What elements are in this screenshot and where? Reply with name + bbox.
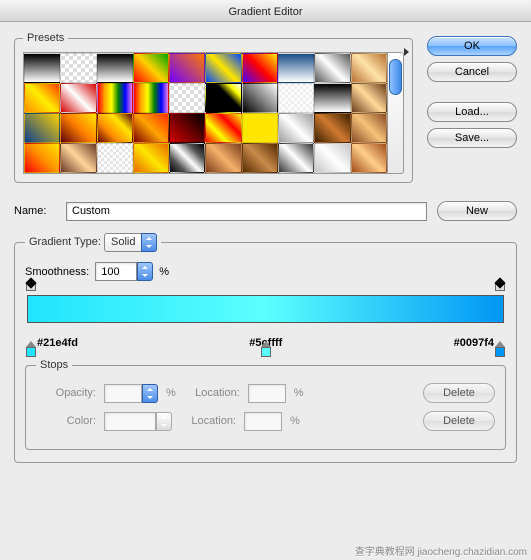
delete-color-stop-button: Delete — [423, 411, 495, 431]
preset-swatch[interactable] — [278, 53, 314, 83]
preset-swatch[interactable] — [351, 83, 387, 113]
preset-swatch[interactable] — [278, 83, 314, 113]
preset-swatch[interactable] — [169, 83, 205, 113]
preset-swatch[interactable] — [278, 113, 314, 143]
preset-swatch[interactable] — [24, 143, 60, 173]
preset-swatches[interactable] — [23, 52, 388, 174]
preset-swatch[interactable] — [314, 143, 350, 173]
scrollbar-thumb[interactable] — [389, 59, 402, 95]
name-label: Name: — [14, 205, 56, 217]
smoothness-stepper[interactable] — [95, 262, 153, 281]
preset-swatch[interactable] — [60, 113, 96, 143]
popup-arrows-icon — [141, 233, 157, 252]
preset-swatch[interactable] — [60, 143, 96, 173]
smoothness-unit: % — [159, 266, 169, 278]
smoothness-label: Smoothness: — [25, 266, 89, 278]
preset-swatch[interactable] — [278, 143, 314, 173]
preset-swatch[interactable] — [205, 143, 241, 173]
opacity-stop-left[interactable] — [26, 281, 36, 293]
preset-swatch[interactable] — [97, 143, 133, 173]
preset-swatch[interactable] — [24, 83, 60, 113]
color-stop-1[interactable] — [26, 341, 36, 357]
preset-swatch[interactable] — [133, 143, 169, 173]
opacity-label: Opacity: — [36, 387, 96, 399]
watermark: 查字典教程网 jiaocheng.chazidian.com — [355, 543, 527, 558]
preset-swatch[interactable] — [351, 113, 387, 143]
color-label-1: #21e4fd — [37, 337, 78, 349]
delete-opacity-stop-button: Delete — [423, 383, 495, 403]
gradient-bar[interactable] — [27, 295, 504, 323]
color-field — [104, 412, 172, 431]
stepper-arrows-icon — [142, 384, 158, 403]
preset-swatch[interactable] — [314, 113, 350, 143]
color-stop-3[interactable] — [495, 341, 505, 357]
preset-swatch[interactable] — [169, 53, 205, 83]
location2-input — [244, 412, 282, 431]
preset-swatch[interactable] — [24, 113, 60, 143]
preset-swatch[interactable] — [60, 53, 96, 83]
titlebar: Gradient Editor — [0, 0, 531, 22]
preset-swatch[interactable] — [97, 83, 133, 113]
preset-swatch[interactable] — [97, 113, 133, 143]
presets-legend: Presets — [23, 32, 68, 44]
preset-swatch[interactable] — [133, 83, 169, 113]
ok-button[interactable]: OK — [427, 36, 517, 56]
preset-swatch[interactable] — [242, 143, 278, 173]
preset-swatch[interactable] — [242, 113, 278, 143]
color-stop-2[interactable] — [261, 341, 271, 357]
color-label: Color: — [36, 415, 96, 427]
gradient-type-fieldset: Gradient Type: Solid Smoothness: % — [14, 233, 517, 463]
preset-swatch[interactable] — [24, 53, 60, 83]
preset-swatch[interactable] — [242, 53, 278, 83]
preset-swatch[interactable] — [205, 113, 241, 143]
gradient-type-legend: Gradient Type: Solid — [25, 233, 161, 252]
color-label-3: #0097f4 — [454, 337, 494, 349]
new-button[interactable]: New — [437, 201, 517, 221]
color-input — [104, 412, 156, 431]
load-button[interactable]: Load... — [427, 102, 517, 122]
content: Presets OK Cancel Load... Save... Name: — [0, 22, 531, 473]
presets-fieldset: Presets — [14, 32, 413, 183]
preset-swatch[interactable] — [314, 83, 350, 113]
location1-input — [248, 384, 286, 403]
preset-swatch[interactable] — [169, 113, 205, 143]
name-input[interactable] — [66, 202, 427, 221]
smoothness-input[interactable] — [95, 262, 137, 281]
preset-swatch[interactable] — [97, 53, 133, 83]
preset-swatch[interactable] — [314, 53, 350, 83]
stops-legend: Stops — [36, 359, 72, 371]
preset-swatch[interactable] — [133, 53, 169, 83]
preset-swatch[interactable] — [242, 83, 278, 113]
opacity-input — [104, 384, 142, 403]
preset-swatch[interactable] — [205, 53, 241, 83]
stops-fieldset: Stops Opacity: % Location: % Delete Colo… — [25, 359, 506, 450]
preset-swatch[interactable] — [169, 143, 205, 173]
location2-label: Location: — [180, 415, 236, 427]
presets-scrollbar[interactable] — [388, 52, 404, 174]
stepper-arrows-icon — [156, 412, 172, 431]
window-title: Gradient Editor — [229, 6, 303, 18]
stepper-arrows-icon — [137, 262, 153, 281]
preset-swatch[interactable] — [205, 83, 241, 113]
preset-swatch[interactable] — [133, 113, 169, 143]
preset-swatch[interactable] — [351, 143, 387, 173]
preset-swatch[interactable] — [351, 53, 387, 83]
gradient-editor-area[interactable] — [27, 295, 504, 323]
window: Gradient Editor Presets OK Cancel Load..… — [0, 0, 531, 560]
location1-label: Location: — [184, 387, 240, 399]
opacity-field — [104, 384, 158, 403]
opacity-stop-right[interactable] — [495, 281, 505, 293]
save-button[interactable]: Save... — [427, 128, 517, 148]
cancel-button[interactable]: Cancel — [427, 62, 517, 82]
gradient-type-popup[interactable]: Solid — [104, 233, 157, 252]
preset-swatch[interactable] — [60, 83, 96, 113]
